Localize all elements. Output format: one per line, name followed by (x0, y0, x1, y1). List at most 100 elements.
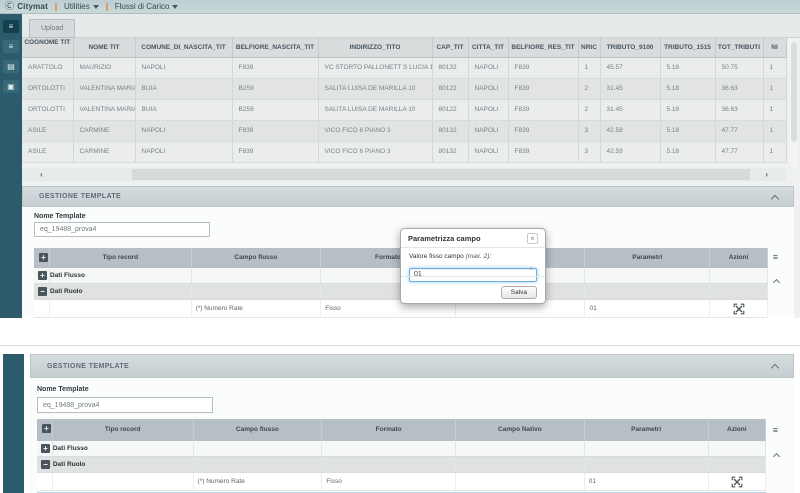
expand-icon[interactable]: + (41, 444, 50, 453)
grid-menu-icon[interactable]: ≡ (773, 253, 778, 262)
table-cell: 1 (763, 78, 786, 99)
template-column-header[interactable]: Formato (322, 419, 456, 441)
nav-item-label: Utilities (64, 2, 90, 11)
nav-item-flussi-di-carico[interactable]: Flussi di Carico (115, 2, 179, 11)
close-icon[interactable]: × (527, 233, 538, 244)
template-cell: 01 (585, 300, 710, 317)
template-cell: Fisso (322, 473, 456, 490)
table-cell: NAPOLI (135, 141, 232, 162)
table-cell: VALENTINA MARIA (73, 78, 135, 99)
scroll-right-icon[interactable]: › (765, 168, 768, 181)
expand-all-icon[interactable]: + (39, 253, 48, 262)
template-detail-row[interactable]: (*) Numero RateFisso01 (37, 473, 766, 491)
tab-bar: Upload (22, 14, 800, 38)
template-column-header[interactable]: Tipo record (53, 419, 194, 441)
table-cell: 5.18 (660, 78, 715, 99)
nome-template-input[interactable] (34, 222, 210, 237)
column-header[interactable]: TRIBUTO_9100 (600, 38, 660, 57)
column-header[interactable]: BELFIORE_NASCITA_TIT (232, 38, 318, 57)
template-column-header[interactable]: Campo flusso (194, 419, 323, 441)
horizontal-scrollbar-thumb[interactable] (132, 169, 750, 180)
column-header[interactable]: NRIC (578, 38, 600, 57)
template-cell: 01 (585, 473, 709, 490)
vertical-scrollbar[interactable] (790, 40, 798, 168)
tab-upload[interactable]: Upload (29, 19, 75, 38)
table-cell: 45.57 (600, 57, 660, 78)
table-cell: 42.59 (600, 120, 660, 141)
panel-header[interactable]: GESTIONE TEMPLATE (22, 186, 794, 207)
nome-template-input[interactable] (37, 397, 213, 413)
table-cell: SALITA LUISA DE MARILLA 10 (318, 99, 432, 120)
collapse-chevron-icon[interactable] (771, 194, 779, 202)
chevron-down-icon (172, 5, 178, 9)
nav-item-utilities[interactable]: Utilities (64, 2, 99, 11)
template-column-header[interactable]: Campo Nativo (456, 419, 585, 441)
table-cell: F839 (508, 141, 578, 162)
table-cell: VALENTINA MARIA (73, 99, 135, 120)
brand[interactable]: Ⓒ Citymat (5, 2, 48, 11)
horizontal-scrollbar[interactable]: ‹ › (22, 168, 786, 181)
column-header[interactable]: CITTA_TIT (468, 38, 508, 57)
table-cell: F839 (232, 141, 318, 162)
list-icon[interactable]: ≡ (3, 40, 19, 53)
expand-all-icon[interactable]: + (42, 424, 51, 433)
column-header[interactable]: BELFIORE_RES_TIT (508, 38, 578, 57)
table-cell: 5.18 (660, 99, 715, 120)
clear-input-icon[interactable]: × (529, 266, 533, 274)
table-row[interactable]: ASILECARMINENAPOLIF839VICO FICO 6 PIANO … (22, 120, 786, 141)
template-group-row[interactable]: −Dati Ruolo (37, 457, 766, 473)
template-column-header[interactable]: Parametri (585, 248, 710, 268)
template-cell (710, 300, 768, 317)
table-row[interactable]: ORTOLOTTIVALENTINA MARIABUIAB259SALITA L… (22, 99, 786, 120)
column-header[interactable]: NOME TIT (73, 38, 135, 57)
archive-icon[interactable]: ▣ (3, 80, 19, 93)
scroll-up-icon[interactable] (773, 453, 780, 460)
parametrize-action-icon[interactable] (731, 476, 743, 488)
column-header[interactable]: NI (763, 38, 786, 57)
scroll-left-icon[interactable]: ‹ (40, 168, 43, 181)
parametrize-action-icon[interactable] (733, 303, 745, 315)
template-column-header[interactable]: Tipo record (50, 248, 192, 268)
table-cell: F839 (232, 57, 318, 78)
file-icon[interactable]: ▤ (3, 60, 19, 73)
modal-header: Parametrizza campo × (401, 229, 545, 248)
table-cell: CARMINE (73, 141, 135, 162)
brand-label: Citymat (17, 2, 48, 11)
table-row[interactable]: ARATTOLOMAURIZIONAPOLIF839VC STORTO PALL… (22, 57, 786, 78)
column-header[interactable]: INDIRIZZO_TITO (318, 38, 432, 57)
nav-item-label: Flussi di Carico (115, 2, 170, 11)
vertical-scrollbar-thumb[interactable] (791, 42, 797, 142)
template-column-header[interactable]: Azioni (710, 248, 768, 268)
collapse-icon[interactable]: − (38, 287, 47, 296)
table-cell: VICO FICO 6 PIANO 3 (318, 141, 432, 162)
menu-icon[interactable]: ≡ (3, 20, 19, 33)
template-column-header[interactable]: Azioni (709, 419, 766, 441)
salva-button[interactable]: Salva (501, 286, 537, 299)
panel-header[interactable]: GESTIONE TEMPLATE (30, 354, 794, 378)
table-cell: 1 (763, 57, 786, 78)
table-row[interactable]: ASILECARMINENAPOLIF839VICO FICO 6 PIANO … (22, 141, 786, 162)
template-group-row[interactable]: +Dati Flusso (37, 441, 766, 457)
expand-icon[interactable]: + (38, 271, 47, 280)
template-cell (585, 457, 709, 472)
table-cell: F839 (508, 120, 578, 141)
column-header[interactable]: COGNOME TIT (22, 38, 73, 57)
table-cell: VICO FICO 6 PIANO 3 (318, 120, 432, 141)
table-cell: 3 (578, 141, 600, 162)
template-column-header[interactable]: Parametri (585, 419, 709, 441)
template-table: +Tipo recordCampo flussoFormatoCampo Nat… (37, 419, 766, 491)
template-cell (456, 457, 585, 472)
collapse-icon[interactable]: − (41, 460, 50, 469)
template-column-header[interactable]: Campo flusso (192, 248, 322, 268)
column-header[interactable]: COMUNE_DI_NASCITA_TIT (135, 38, 232, 57)
template-cell: − (37, 457, 53, 472)
table-row[interactable]: ORTOLOTTIVALENTINA MARIABUIAB259SALITA L… (22, 78, 786, 99)
template-cell (322, 457, 456, 472)
table-cell: NAPOLI (135, 120, 232, 141)
grid-menu-icon[interactable]: ≡ (773, 426, 778, 435)
column-header[interactable]: TOT_TRIBUTI (715, 38, 763, 57)
scroll-up-icon[interactable] (773, 279, 780, 286)
column-header[interactable]: TRIBUTO_1515 (660, 38, 715, 57)
column-header[interactable]: CAP_TIT (432, 38, 468, 57)
collapse-chevron-icon[interactable] (771, 364, 779, 372)
